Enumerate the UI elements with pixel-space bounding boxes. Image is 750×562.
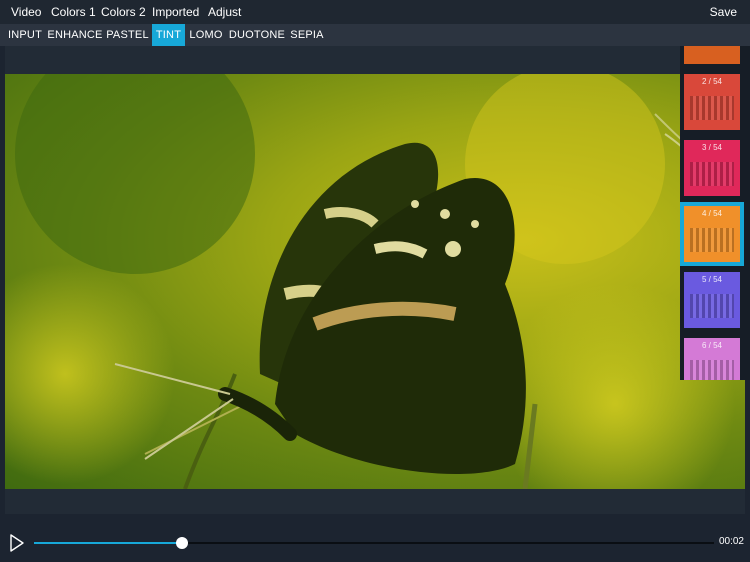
play-icon[interactable] bbox=[9, 534, 25, 552]
timeline-track[interactable] bbox=[34, 542, 714, 544]
tab-pastel[interactable]: PASTEL bbox=[106, 24, 149, 46]
tab-duotone[interactable]: DUOTONE bbox=[228, 24, 286, 46]
preset-thumbnail-label: 2 / 54 bbox=[701, 77, 722, 86]
preset-thumbnail-label: 4 / 54 bbox=[701, 209, 722, 218]
tab-sepia[interactable]: SEPIA bbox=[290, 24, 324, 46]
tab-tint[interactable]: TINT bbox=[152, 24, 185, 46]
tab-enhance[interactable]: ENHANCE bbox=[47, 24, 103, 46]
building-preview bbox=[690, 228, 734, 252]
timeline-progress bbox=[34, 542, 182, 544]
tab-input[interactable]: INPUT bbox=[5, 24, 45, 46]
preset-thumbnail-4-selected[interactable]: 4 / 54 bbox=[680, 202, 744, 266]
preset-thumbnail-3[interactable]: 3 / 54 bbox=[684, 140, 740, 196]
save-button[interactable]: Save bbox=[710, 5, 737, 19]
playback-time: 00:02 bbox=[718, 536, 744, 547]
top-menu-bar: Video Colors 1 Colors 2 Imported Adjust … bbox=[0, 0, 750, 24]
building-preview bbox=[690, 294, 734, 318]
menu-colors-1[interactable]: Colors 1 bbox=[51, 5, 96, 19]
menu-video[interactable]: Video bbox=[11, 5, 41, 19]
preset-thumbnail-6[interactable]: 6 / 54 bbox=[684, 338, 740, 380]
preset-thumbnail-label: 6 / 54 bbox=[701, 341, 722, 350]
preset-thumbnail-5[interactable]: 5 / 54 bbox=[684, 272, 740, 328]
preset-thumbnail-label: 5 / 54 bbox=[701, 275, 722, 284]
preset-thumbnail-partial[interactable] bbox=[684, 46, 740, 64]
preset-thumbnail-strip[interactable]: 2 / 54 3 / 54 4 / 54 5 / 54 6 / 54 bbox=[680, 46, 750, 380]
building-preview bbox=[690, 96, 734, 120]
menu-colors-2[interactable]: Colors 2 bbox=[101, 5, 146, 19]
preset-thumbnail-2[interactable]: 2 / 54 bbox=[684, 74, 740, 130]
building-preview bbox=[690, 360, 734, 380]
tab-lomo[interactable]: LOMO bbox=[188, 24, 224, 46]
menu-adjust[interactable]: Adjust bbox=[208, 5, 241, 19]
filter-tab-bar: INPUT ENHANCE PASTEL TINT LOMO DUOTONE S… bbox=[0, 24, 750, 46]
playback-bar: 00:02 bbox=[0, 514, 750, 562]
timeline-scrubber-handle[interactable] bbox=[175, 537, 188, 549]
video-preview-image[interactable] bbox=[5, 74, 745, 489]
butterfly-illustration bbox=[5, 74, 745, 489]
building-preview bbox=[690, 162, 734, 186]
preset-thumbnail-label: 3 / 54 bbox=[701, 143, 722, 152]
menu-imported[interactable]: Imported bbox=[152, 5, 199, 19]
